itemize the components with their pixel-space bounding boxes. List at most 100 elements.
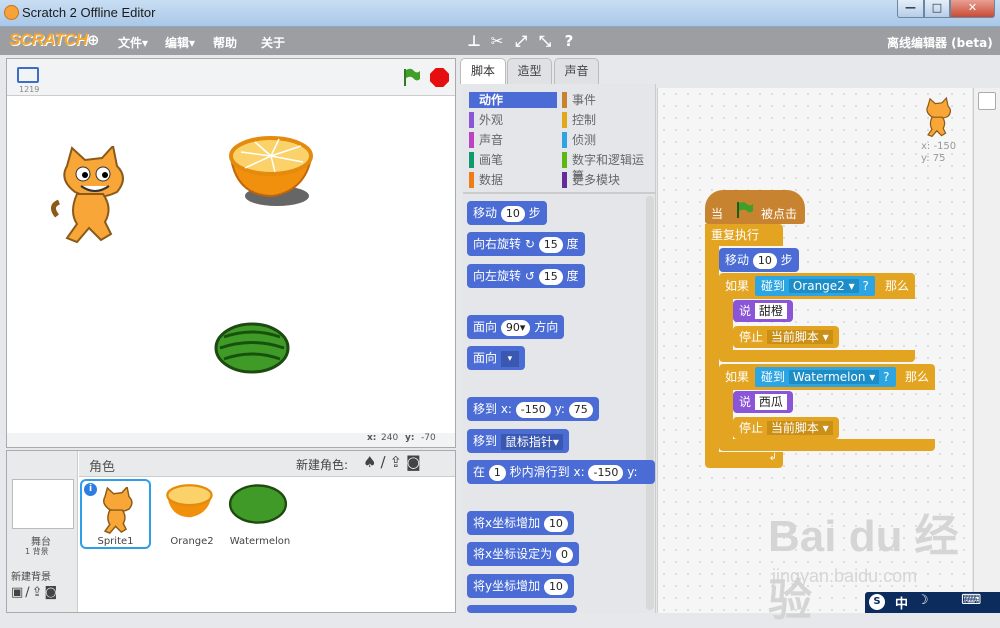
editor-mode-label: 离线编辑器 (beta) [887,36,993,50]
block-turn-right[interactable]: 向右旋转 ↻ 15 度 [467,232,585,256]
menu-file[interactable]: 文件▾ [118,34,148,51]
if-block-watermelon[interactable]: 如果 碰到 Watermelon ▾ ? 那么 [719,364,935,390]
stage-header: 1219 [7,59,455,96]
category-looks[interactable]: 外观 [469,112,503,128]
tab-sounds[interactable]: 声音 [554,58,599,84]
palette-scrollbar[interactable] [646,196,654,610]
mouse-coordinates: x: 240 y: -70 [7,433,455,447]
menu-help[interactable]: 帮助 [213,34,237,51]
stop-sign-icon[interactable] [430,68,449,87]
shrink-tool-icon[interactable]: ⤡ [536,32,554,50]
block-turn-left[interactable]: 向左旋转 ↺ 15 度 [467,264,585,288]
stop-block-1[interactable]: 停止 当前脚本 ▾ [733,326,839,348]
ime-keyboard-icon[interactable]: ⌨ [961,592,981,608]
new-sprite-label: 新建角色: [296,458,349,472]
cut-tool-icon[interactable]: ✂ [488,32,506,50]
say-block-orange[interactable]: 说 甜橙 [733,300,793,322]
sprite-watermelon-on-stage[interactable] [212,321,292,375]
if-arm [719,390,733,440]
block-glide[interactable]: 在 1 秒内滑行到 x: -150 y: [467,460,655,484]
block-set-x[interactable]: 将x坐标设定为 0 [467,542,579,566]
sprite-name: Sprite1 [97,536,134,547]
ime-moon-icon[interactable]: ☽ [917,593,929,608]
script-scrollbar[interactable] [973,88,1000,613]
stage-thumbnail[interactable] [12,479,74,529]
new-sprite-tools-icon[interactable]: ♠∕⇪◙ [363,453,425,471]
duplicate-tool-icon[interactable]: ⊥ [465,32,483,50]
green-flag-icon [735,201,753,222]
block-go-to[interactable]: 移到 鼠标指针▾ [467,429,569,453]
mouse-y-value: -70 [421,433,436,443]
category-list: 动作 事件 外观 控制 声音 侦测 画笔 数字和逻辑运算 数据 更多模块 [466,88,655,188]
backdrop-tools-icon[interactable]: ▣∕⇪◙ [11,585,59,600]
block-point-towards[interactable]: 面向 ▾ [467,346,525,370]
sprite-panel: 舞台 1 背景 新建背景 ▣∕⇪◙ 角色 新建角色: ♠∕⇪◙ i Sprite… [6,450,456,613]
category-sensing[interactable]: 侦测 [562,132,596,148]
sprite-y-readout: y: 75 [921,153,946,164]
mouse-x-value: 240 [381,433,399,443]
block-palette: 动作 事件 外观 控制 声音 侦测 画笔 数字和逻辑运算 数据 更多模块 移动 … [463,84,656,613]
category-motion[interactable]: 动作 [469,92,557,108]
new-backdrop-label: 新建背景 [11,572,51,583]
tab-costumes[interactable]: 造型 [507,58,552,84]
touching-sensor-orange[interactable]: 碰到 Orange2 ▾ ? [755,276,875,296]
fullscreen-icon[interactable] [17,67,39,83]
when-flag-clicked-block[interactable]: 当 被点击 [705,190,805,224]
tab-scripts[interactable]: 脚本 [460,58,506,84]
sprite-thumb-sprite1[interactable]: i Sprite1 [80,479,151,549]
current-sprite-icon [926,96,951,138]
ime-chinese-mode[interactable]: 中 [895,593,908,612]
category-operators[interactable]: 数字和逻辑运算 [562,152,655,183]
green-flag-icon[interactable] [401,67,421,87]
category-pen[interactable]: 画笔 [469,152,503,168]
block-move[interactable]: 移动 10 步 [467,201,547,225]
globe-icon[interactable]: ⊕ [87,31,100,49]
category-more-blocks[interactable]: 更多模块 [562,172,620,188]
scratch-logo: SCRATCH [9,30,88,49]
loop-arrow-icon: ↲ [705,452,783,468]
maximize-button[interactable]: □ [924,0,950,18]
category-events[interactable]: 事件 [562,92,596,108]
if-bottom [719,350,915,362]
stage-panel: 1219 x: 240 y: -70 [6,58,456,448]
divider [463,192,655,194]
block-go-to-xy[interactable]: 移到 x: -150 y: 75 [467,397,599,421]
window-title: Scratch 2 Offline Editor [22,5,156,20]
sprite-x-readout: x: -150 [921,141,957,152]
sprite-thumb-watermelon[interactable]: Watermelon [225,481,291,549]
script-move-block[interactable]: 移动 10 步 [719,248,799,272]
sprite-name: Orange2 [170,536,214,547]
block-point-direction[interactable]: 面向 90▾ 方向 [467,315,565,339]
backdrop-count: 1 背景 [25,547,49,556]
menu-edit[interactable]: 编辑▾ [165,34,195,51]
if-arm [719,299,733,351]
ime-logo-icon: S [869,594,885,610]
script-area[interactable]: x: -150 y: 75 当 被点击 重复执行 ↲ 移动 10 步 如果 碰到… [657,88,972,625]
sprite-thumb-orange2[interactable]: Orange2 [157,481,227,549]
forever-block[interactable]: 重复执行 [705,224,783,246]
ime-toolbar[interactable]: S 中 ☽ ⌨ [865,592,1000,613]
block-change-y[interactable]: 将y坐标增加 10 [467,574,574,598]
stage-canvas[interactable] [7,96,455,433]
sprite-header: 角色 新建角色: ♠∕⇪◙ [79,451,455,477]
say-block-watermelon[interactable]: 说 西瓜 [733,391,793,413]
grow-tool-icon[interactable]: ⤢ [512,32,530,50]
minimize-button[interactable]: — [897,0,924,18]
version-label: 1219 [19,85,40,94]
menu-about[interactable]: 关于 [261,34,285,51]
help-tool-icon[interactable]: ? [560,32,578,50]
block-partial[interactable] [467,605,577,613]
category-control[interactable]: 控制 [562,112,596,128]
block-change-x[interactable]: 将x坐标增加 10 [467,511,574,535]
editor-tabs: 脚本 造型 声音 [460,58,1000,84]
stop-block-2[interactable]: 停止 当前脚本 ▾ [733,417,839,439]
category-data[interactable]: 数据 [469,172,503,188]
sprite-cat-on-stage[interactable] [47,143,137,246]
sprite-name: Watermelon [229,536,291,547]
sprite-orange-on-stage[interactable] [227,134,317,210]
if-block-orange[interactable]: 如果 碰到 Orange2 ▾ ? 那么 [719,273,915,299]
category-sound[interactable]: 声音 [469,132,503,148]
touching-sensor-watermelon[interactable]: 碰到 Watermelon ▾ ? [755,367,896,387]
scratch-app-icon [4,5,19,20]
close-button[interactable]: ✕ [950,0,995,18]
